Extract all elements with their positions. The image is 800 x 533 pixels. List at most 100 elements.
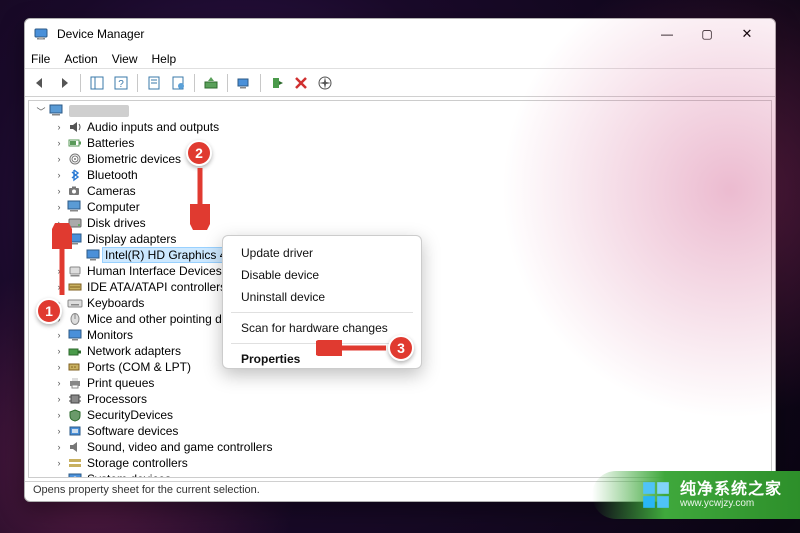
category-label: Cameras — [87, 184, 136, 198]
device-category[interactable]: ›Sound, video and game controllers — [33, 439, 771, 455]
category-icon — [67, 472, 83, 477]
category-label: System devices — [87, 472, 171, 477]
category-label: Batteries — [87, 136, 134, 150]
category-icon — [67, 408, 83, 422]
annotation-badge-2: 2 — [186, 140, 212, 166]
device-category[interactable]: › Processors — [33, 391, 771, 407]
category-icon — [67, 344, 83, 358]
category-label: Storage controllers — [87, 456, 188, 470]
category-label: Ports (COM & LPT) — [87, 360, 191, 374]
action-button[interactable] — [167, 72, 189, 94]
annotation-arrow-2 — [190, 164, 210, 230]
enable-device-button[interactable] — [266, 72, 288, 94]
ctx-scan-hardware[interactable]: Scan for hardware changes — [223, 317, 421, 339]
category-icon — [67, 168, 83, 182]
menu-file[interactable]: File — [31, 52, 50, 66]
ctx-separator — [231, 312, 413, 313]
collapse-icon[interactable]: ﹀ — [33, 105, 49, 118]
titlebar[interactable]: Device Manager — ▢ ✕ — [25, 19, 775, 49]
back-button[interactable] — [29, 72, 51, 94]
expand-icon[interactable]: › — [51, 426, 67, 436]
category-icon — [67, 440, 83, 454]
category-icon — [67, 200, 83, 214]
device-category[interactable]: ›Software devices — [33, 423, 771, 439]
toolbar-separator — [260, 74, 261, 92]
category-label: Network adapters — [87, 344, 181, 358]
expand-icon[interactable]: › — [51, 330, 67, 340]
toolbar-separator — [194, 74, 195, 92]
window-title: Device Manager — [57, 27, 647, 41]
expand-icon[interactable]: › — [51, 394, 67, 404]
category-icon — [67, 456, 83, 470]
device-category[interactable]: › Storage controllers — [33, 455, 771, 471]
add-hardware-button[interactable] — [314, 72, 336, 94]
device-category[interactable]: › Print queues — [33, 375, 771, 391]
watermark-url-text: www.ycwjzy.com — [680, 498, 782, 509]
toolbar-separator — [227, 74, 228, 92]
ctx-disable-device[interactable]: Disable device — [223, 264, 421, 286]
category-label: Print queues — [87, 376, 154, 390]
menu-view[interactable]: View — [112, 52, 138, 66]
close-button[interactable]: ✕ — [727, 22, 767, 46]
expand-icon[interactable]: › — [51, 186, 67, 196]
expand-icon[interactable]: › — [51, 346, 67, 356]
expand-icon[interactable]: › — [51, 154, 67, 164]
device-category[interactable]: ›Disk drives — [33, 215, 771, 231]
category-icon — [67, 184, 83, 198]
tree-root[interactable]: ﹀ — [33, 103, 771, 119]
ctx-update-driver[interactable]: Update driver — [223, 242, 421, 264]
expand-icon[interactable]: › — [51, 138, 67, 148]
category-label: Audio inputs and outputs — [87, 120, 219, 134]
annotation-badge-3: 3 — [388, 335, 414, 361]
category-label: Monitors — [87, 328, 133, 342]
category-icon — [67, 392, 83, 406]
maximize-button[interactable]: ▢ — [687, 22, 727, 46]
show-hide-tree-button[interactable] — [86, 72, 108, 94]
device-category[interactable]: › Batteries — [33, 135, 771, 151]
display-adapter-icon — [85, 248, 101, 262]
menu-action[interactable]: Action — [64, 52, 97, 66]
scan-hardware-button[interactable] — [233, 72, 255, 94]
uninstall-device-button[interactable] — [290, 72, 312, 94]
toolbar: ? — [25, 69, 775, 97]
expand-icon[interactable]: › — [51, 458, 67, 468]
expand-icon[interactable]: › — [51, 122, 67, 132]
update-driver-button[interactable] — [200, 72, 222, 94]
category-label: Disk drives — [87, 216, 146, 230]
device-category[interactable]: › SecurityDevices — [33, 407, 771, 423]
menu-bar: File Action View Help — [25, 49, 775, 69]
svg-text:?: ? — [118, 79, 124, 90]
category-label: SecurityDevices — [87, 408, 173, 422]
expand-icon[interactable]: › — [51, 410, 67, 420]
expand-icon[interactable]: › — [51, 378, 67, 388]
annotation-arrow-1 — [52, 223, 72, 299]
device-manager-icon — [33, 26, 49, 42]
expand-icon[interactable]: › — [51, 170, 67, 180]
expand-icon[interactable]: › — [51, 202, 67, 212]
computer-icon — [49, 104, 65, 118]
device-category[interactable]: ›Biometric devices — [33, 151, 771, 167]
properties-button[interactable] — [143, 72, 165, 94]
minimize-button[interactable]: — — [647, 22, 687, 46]
watermark: 纯净系统之家 www.ycwjzy.com — [592, 471, 800, 519]
device-category[interactable]: ›Bluetooth — [33, 167, 771, 183]
watermark-logo-icon — [642, 481, 670, 509]
toolbar-separator — [137, 74, 138, 92]
desktop-wallpaper: Device Manager — ▢ ✕ File Action View He… — [0, 0, 800, 533]
expand-icon[interactable]: › — [51, 362, 67, 372]
watermark-text: 纯净系统之家 — [680, 481, 782, 499]
ctx-uninstall[interactable]: Uninstall device — [223, 286, 421, 308]
expand-icon[interactable]: › — [51, 442, 67, 452]
category-icon — [67, 312, 83, 326]
forward-button[interactable] — [53, 72, 75, 94]
category-label: Keyboards — [87, 296, 144, 310]
help-button[interactable]: ? — [110, 72, 132, 94]
category-label: Processors — [87, 392, 147, 406]
category-label: Mice and other pointing devi — [87, 312, 237, 326]
device-category[interactable]: ›Computer — [33, 199, 771, 215]
category-icon — [67, 424, 83, 438]
device-category[interactable]: › Audio inputs and outputs — [33, 119, 771, 135]
device-category[interactable]: › Cameras — [33, 183, 771, 199]
menu-help[interactable]: Help — [152, 52, 177, 66]
expand-icon[interactable]: › — [51, 474, 67, 477]
